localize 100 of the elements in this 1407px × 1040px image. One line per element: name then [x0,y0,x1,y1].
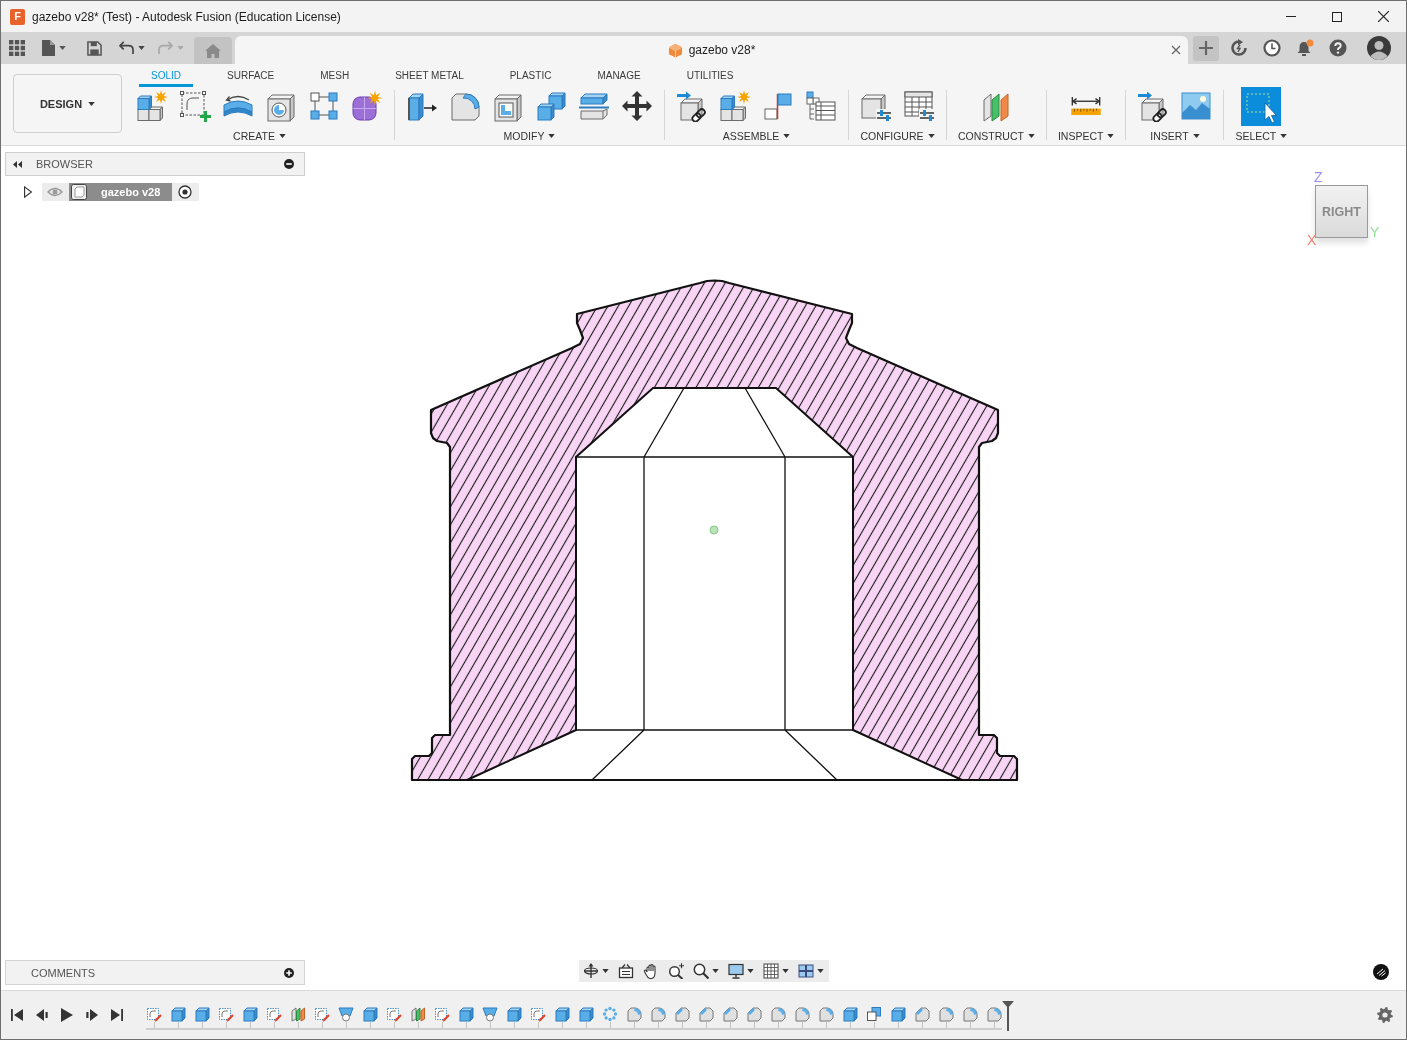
chamfer-icon[interactable] [746,1006,762,1022]
viewports-icon[interactable] [797,963,814,979]
caret-icon[interactable] [1280,134,1288,138]
close-tab-icon[interactable] [1171,45,1181,55]
extrude-icon[interactable] [242,1006,258,1022]
zoom-icon[interactable] [692,963,709,979]
display-settings-icon[interactable] [727,963,744,979]
group-menu[interactable]: MODIFY [503,130,556,142]
ribbon-tab[interactable]: MESH [308,66,362,87]
sketch-icon[interactable] [386,1006,402,1022]
table-sliders-icon[interactable] [903,90,935,122]
caret-icon[interactable] [927,134,935,138]
ribbon-tab[interactable]: MANAGE [585,66,653,87]
fillet-icon[interactable] [794,1006,810,1022]
cubes-star-icon[interactable] [136,90,168,122]
caret-icon[interactable] [1192,134,1200,138]
sketch-icon[interactable] [266,1006,282,1022]
collapse-icon[interactable] [13,160,22,168]
timeline-marker-icon[interactable] [1002,1001,1014,1031]
caret-icon[interactable] [138,46,145,50]
document-tab[interactable]: gazebo v28* [235,36,1188,64]
help-icon[interactable] [1329,39,1347,57]
orbit-icon[interactable] [582,963,599,979]
caret-icon[interactable] [1027,134,1035,138]
cubes-star-icon[interactable] [719,90,751,122]
sketch-icon[interactable] [218,1006,234,1022]
caret-icon[interactable] [601,969,609,973]
ribbon-tab[interactable]: PLASTIC [497,66,564,87]
fillet-icon[interactable] [986,1006,1002,1022]
two-cubes-icon[interactable] [535,90,567,122]
apps-grid-icon[interactable] [9,40,25,56]
hole-icon[interactable] [482,1006,498,1022]
fillet-icon[interactable] [449,90,481,122]
extrude-icon[interactable] [578,1006,594,1022]
pan-hand-icon[interactable] [642,963,659,979]
ribbon-tab[interactable]: UTILITIES [674,66,746,87]
fillet-icon[interactable] [938,1006,954,1022]
circular-arrow-icon[interactable] [1230,39,1248,57]
chamfer-icon[interactable] [914,1006,930,1022]
group-menu[interactable]: CONFIGURE [860,130,935,142]
caret-icon[interactable] [1107,134,1115,138]
new-tab-button[interactable] [1193,35,1219,61]
ribbon-tab[interactable]: SHEET METAL [383,66,476,87]
sketch-icon[interactable] [314,1006,330,1022]
group-menu[interactable]: INSERT [1150,130,1200,142]
fillet-icon[interactable] [650,1006,666,1022]
minus-circle-icon[interactable] [284,159,294,169]
close-icon[interactable] [1377,11,1389,22]
sketch-icon[interactable] [530,1006,546,1022]
maximize-icon[interactable] [1332,11,1342,22]
plus-circle-icon[interactable] [284,967,294,978]
sketch-icon[interactable] [146,1006,162,1022]
press-pull-icon[interactable] [406,90,438,122]
clock-icon[interactable] [1263,39,1281,57]
fillet-icon[interactable] [962,1006,978,1022]
extrude-icon[interactable] [362,1006,378,1022]
chamfer-icon[interactable] [674,1006,690,1022]
rounded-cube-star-icon[interactable] [351,90,383,122]
caret-icon[interactable] [711,969,719,973]
caret-icon[interactable] [59,46,66,50]
fillet-icon[interactable] [626,1006,642,1022]
measure-ruler-icon[interactable] [1070,96,1103,116]
look-at-icon[interactable] [617,963,634,979]
chamfer-icon[interactable] [722,1006,738,1022]
caret-icon[interactable] [88,101,96,106]
skip-end-icon[interactable] [111,1009,123,1021]
chamfer-icon[interactable] [698,1006,714,1022]
caret-icon[interactable] [548,134,556,138]
select-cursor-icon[interactable] [1241,86,1282,126]
extrude-icon[interactable] [458,1006,474,1022]
striped-circle-icon[interactable] [1373,964,1389,980]
caret-icon[interactable] [781,969,789,973]
plane-icon[interactable] [290,1006,306,1022]
save-icon[interactable] [87,40,102,56]
extrude-icon[interactable] [842,1006,858,1022]
group-menu[interactable]: SELECT [1235,130,1288,142]
fillet-icon[interactable] [818,1006,834,1022]
cube-link-icon[interactable] [1137,90,1170,122]
grid-icon[interactable] [762,963,779,979]
ribbon-tab[interactable]: SURFACE [215,66,287,87]
flag-square-icon[interactable] [762,90,794,122]
extrude-icon[interactable] [170,1006,186,1022]
bell-icon[interactable] [1296,39,1314,57]
extrude-icon[interactable] [506,1006,522,1022]
expand-arrow-icon[interactable] [22,185,34,199]
file-icon[interactable] [42,40,55,56]
hole-icon[interactable] [338,1006,354,1022]
group-menu[interactable]: CREATE [233,130,286,142]
settings-icon[interactable] [1377,1007,1393,1023]
play-icon[interactable] [61,1008,73,1022]
extrude-icon[interactable] [890,1006,906,1022]
sketch-icon[interactable] [434,1006,450,1022]
skip-start-icon[interactable] [11,1009,23,1021]
group-menu[interactable]: CONSTRUCT [958,130,1035,142]
table-list-icon[interactable] [805,90,837,122]
avatar-icon[interactable] [1367,36,1391,60]
extrude-icon[interactable] [194,1006,210,1022]
pattern-squares-icon[interactable] [308,90,340,122]
cube-link-icon[interactable] [676,90,708,122]
plane-icon[interactable] [410,1006,426,1022]
